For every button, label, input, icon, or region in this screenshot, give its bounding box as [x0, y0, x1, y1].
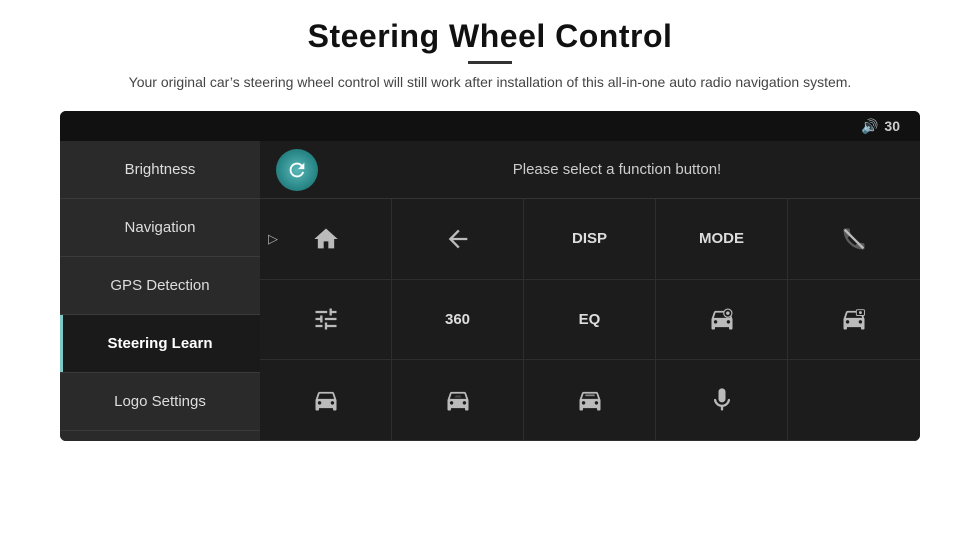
home-icon [312, 225, 340, 253]
main-content: Please select a function button! ▷ [260, 141, 920, 441]
function-prompt: Please select a function button! [330, 161, 904, 178]
car-back-icon [576, 386, 604, 414]
grid-cell-360[interactable]: 360 [392, 280, 524, 361]
subtitle: Your original car’s steering wheel contr… [129, 72, 852, 93]
screen-topbar: 🔊 30 [60, 111, 920, 141]
grid-cell-car-front[interactable] [260, 360, 392, 441]
grid-cell-home[interactable]: ▷ [260, 199, 392, 280]
sidebar-item-navigation[interactable]: Navigation [60, 199, 260, 257]
volume-value: 30 [884, 118, 900, 134]
function-bar: Please select a function button! [260, 141, 920, 199]
sidebar-item-gps-detection[interactable]: GPS Detection [60, 257, 260, 315]
title-section: Steering Wheel Control Your original car… [129, 18, 852, 105]
cursor-arrow: ▷ [268, 231, 278, 247]
mic-icon [708, 386, 736, 414]
grid-cell-car-cam1[interactable] [656, 280, 788, 361]
sidebar-label-navigation: Navigation [125, 219, 196, 236]
grid-cell-eq[interactable]: EQ [524, 280, 656, 361]
sidebar-label-brightness: Brightness [125, 161, 196, 178]
disp-label: DISP [572, 230, 607, 247]
refresh-button[interactable] [276, 149, 318, 191]
car-front-icon [312, 386, 340, 414]
car-side-icon [444, 386, 472, 414]
eq-label: EQ [579, 311, 601, 328]
volume-icon: 🔊 [861, 118, 878, 135]
grid-cell-back[interactable] [392, 199, 524, 280]
grid-cell-disp[interactable]: DISP [524, 199, 656, 280]
back-icon [444, 225, 472, 253]
grid-cell-car-cam2[interactable] [788, 280, 920, 361]
360-label: 360 [445, 311, 470, 328]
grid-cell-mode[interactable]: MODE [656, 199, 788, 280]
sidebar-label-gps: GPS Detection [110, 277, 209, 294]
sidebar: Brightness Navigation GPS Detection Stee… [60, 141, 260, 441]
button-grid: ▷ DISP MODE [260, 199, 920, 441]
grid-cell-car-side[interactable] [392, 360, 524, 441]
sidebar-label-logo: Logo Settings [114, 393, 206, 410]
car-cam1-icon [708, 305, 736, 333]
grid-cell-tune[interactable] [260, 280, 392, 361]
tune-icon [312, 305, 340, 333]
phone-cancel-icon [840, 225, 868, 253]
mode-label: MODE [699, 230, 744, 247]
sidebar-item-steering-learn[interactable]: Steering Learn [60, 315, 260, 373]
page-wrapper: Steering Wheel Control Your original car… [0, 0, 980, 544]
grid-cell-empty [788, 360, 920, 441]
screen-body: Brightness Navigation GPS Detection Stee… [60, 141, 920, 441]
sidebar-item-brightness[interactable]: Brightness [60, 141, 260, 199]
car-cam2-icon [840, 305, 868, 333]
title-divider [468, 61, 512, 64]
grid-cell-mic[interactable] [656, 360, 788, 441]
grid-cell-car-back[interactable] [524, 360, 656, 441]
page-title: Steering Wheel Control [129, 18, 852, 55]
grid-cell-phone-cancel[interactable] [788, 199, 920, 280]
car-screen: 🔊 30 Brightness Navigation GPS Detection… [60, 111, 920, 441]
sidebar-label-steering: Steering Learn [107, 335, 212, 352]
sidebar-item-logo-settings[interactable]: Logo Settings [60, 373, 260, 431]
